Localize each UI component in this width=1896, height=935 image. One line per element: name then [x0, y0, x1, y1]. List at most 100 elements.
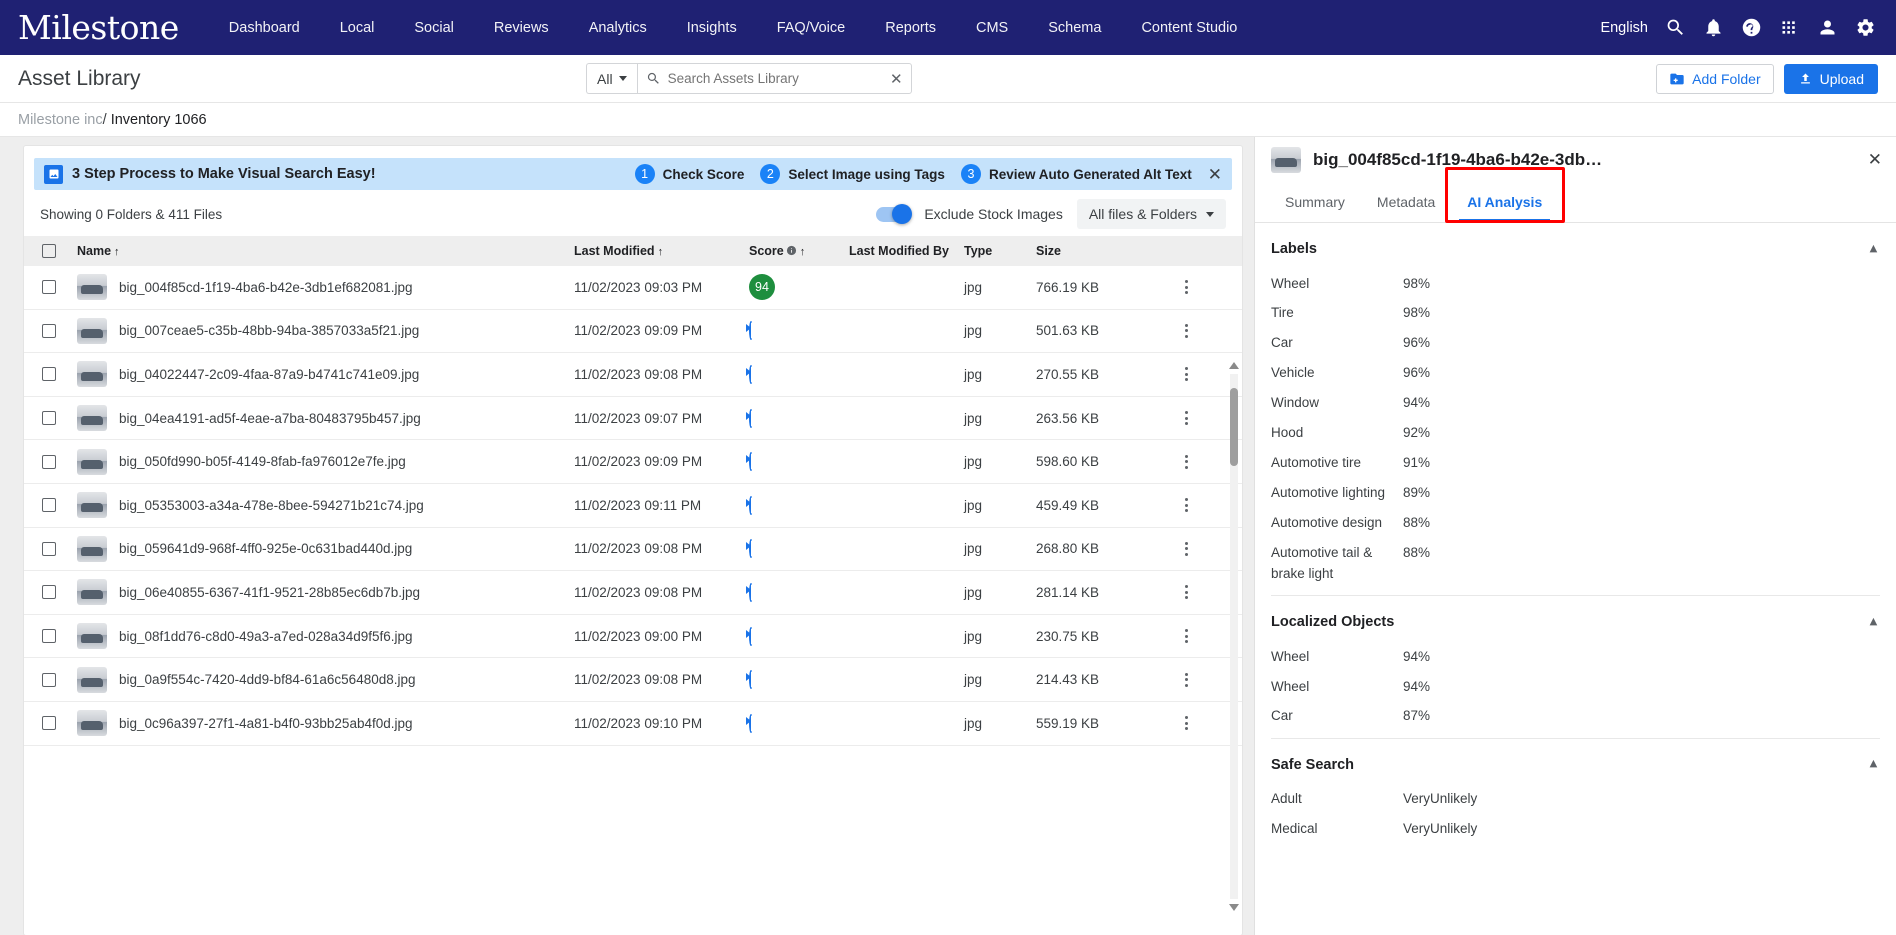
row-filename[interactable]: big_04ea4191-ad5f-4eae-a7ba-80483795b457…	[119, 411, 421, 426]
chevron-up-icon[interactable]: ▼	[1867, 242, 1880, 257]
table-row[interactable]: big_0a9f554c-7420-4dd9-bf84-61a6c56480d8…	[24, 658, 1242, 702]
column-header-name[interactable]: Name ↑	[56, 244, 574, 258]
search-icon[interactable]	[1664, 17, 1686, 39]
help-icon[interactable]	[1740, 17, 1762, 39]
table-row[interactable]: big_05353003-a34a-478e-8bee-594271b21c74…	[24, 484, 1242, 528]
row-actions-menu[interactable]	[1166, 627, 1206, 646]
table-row[interactable]: big_06e40855-6367-41f1-9521-28b85ec6db7b…	[24, 571, 1242, 615]
scroll-down-arrow-icon[interactable]	[1229, 904, 1239, 911]
kebab-menu-icon[interactable]	[1166, 716, 1206, 731]
search-input[interactable]	[667, 71, 883, 86]
kebab-menu-icon[interactable]	[1166, 585, 1206, 600]
row-actions-menu[interactable]	[1166, 714, 1206, 733]
clear-search-icon[interactable]: ✕	[890, 70, 903, 88]
row-filename[interactable]: big_06e40855-6367-41f1-9521-28b85ec6db7b…	[119, 585, 420, 600]
nav-link-cms[interactable]: CMS	[956, 20, 1028, 36]
upload-button[interactable]: Upload	[1783, 63, 1878, 94]
row-actions-menu[interactable]	[1166, 452, 1206, 471]
row-checkbox[interactable]	[42, 323, 56, 338]
row-thumbnail[interactable]	[77, 361, 107, 388]
table-row[interactable]: big_08f1dd76-c8d0-49a3-a7ed-028a34d9f5f6…	[24, 615, 1242, 659]
row-checkbox[interactable]	[42, 585, 56, 600]
tab-summary[interactable]: Summary	[1269, 194, 1361, 222]
row-thumbnail[interactable]	[77, 623, 107, 650]
section-header-localized-objects[interactable]: Localized Objects ▼	[1271, 602, 1880, 642]
kebab-menu-icon[interactable]	[1166, 411, 1206, 426]
row-checkbox[interactable]	[42, 541, 56, 556]
nav-link-social[interactable]: Social	[394, 20, 474, 36]
row-actions-menu[interactable]	[1166, 365, 1206, 384]
table-row[interactable]: big_04022447-2c09-4faa-87a9-b4741c741e09…	[24, 353, 1242, 397]
section-header-labels[interactable]: Labels ▼	[1271, 229, 1880, 269]
settings-gear-icon[interactable]	[1854, 17, 1876, 39]
row-filename[interactable]: big_004f85cd-1f19-4ba6-b42e-3db1ef682081…	[119, 280, 413, 295]
banner-step-3[interactable]: 3 Review Auto Generated Alt Text	[960, 164, 1192, 184]
search-scope-dropdown[interactable]: All	[586, 63, 637, 94]
banner-step-1[interactable]: 1 Check Score	[634, 164, 744, 184]
row-actions-menu[interactable]	[1166, 670, 1206, 689]
kebab-menu-icon[interactable]	[1166, 541, 1206, 556]
nav-link-reviews[interactable]: Reviews	[474, 20, 569, 36]
row-filename[interactable]: big_08f1dd76-c8d0-49a3-a7ed-028a34d9f5f6…	[119, 629, 413, 644]
info-icon[interactable]	[786, 245, 797, 256]
row-checkbox[interactable]	[42, 367, 56, 382]
row-actions-menu[interactable]	[1166, 496, 1206, 515]
row-checkbox[interactable]	[42, 498, 56, 513]
banner-close-icon[interactable]: ✕	[1208, 166, 1222, 183]
kebab-menu-icon[interactable]	[1166, 280, 1206, 295]
milestone-logo[interactable]: Milestone	[18, 11, 179, 44]
row-thumbnail[interactable]	[77, 535, 107, 562]
row-checkbox[interactable]	[42, 280, 56, 295]
table-row[interactable]: big_059641d9-968f-4ff0-925e-0c631bad440d…	[24, 528, 1242, 572]
kebab-menu-icon[interactable]	[1166, 498, 1206, 513]
file-type-filter-dropdown[interactable]: All files & Folders	[1076, 199, 1226, 229]
asset-list-scrollbar[interactable]	[1229, 362, 1239, 911]
row-filename[interactable]: big_05353003-a34a-478e-8bee-594271b21c74…	[119, 498, 424, 513]
nav-link-insights[interactable]: Insights	[667, 20, 757, 36]
close-panel-icon[interactable]: ✕	[1868, 150, 1882, 170]
scroll-up-arrow-icon[interactable]	[1229, 362, 1239, 369]
table-row[interactable]: big_007ceae5-c35b-48bb-94ba-3857033a5f21…	[24, 310, 1242, 354]
nav-link-schema[interactable]: Schema	[1028, 20, 1121, 36]
row-thumbnail[interactable]	[77, 492, 107, 519]
chevron-up-icon[interactable]: ▼	[1867, 757, 1880, 772]
row-thumbnail[interactable]	[77, 666, 107, 693]
row-filename[interactable]: big_050fd990-b05f-4149-8fab-fa976012e7fe…	[119, 454, 406, 469]
row-filename[interactable]: big_007ceae5-c35b-48bb-94ba-3857033a5f21…	[119, 323, 419, 338]
row-thumbnail[interactable]	[77, 317, 107, 344]
row-checkbox[interactable]	[42, 454, 56, 469]
row-filename[interactable]: big_0c96a397-27f1-4a81-b4f0-93bb25ab4f0d…	[119, 716, 413, 731]
row-thumbnail[interactable]	[77, 405, 107, 432]
account-icon[interactable]	[1816, 17, 1838, 39]
row-thumbnail[interactable]	[77, 710, 107, 737]
row-filename[interactable]: big_0a9f554c-7420-4dd9-bf84-61a6c56480d8…	[119, 672, 416, 687]
kebab-menu-icon[interactable]	[1166, 672, 1206, 687]
row-filename[interactable]: big_04022447-2c09-4faa-87a9-b4741c741e09…	[119, 367, 419, 382]
search-field-wrapper[interactable]: ✕	[636, 63, 912, 94]
row-actions-menu[interactable]	[1166, 321, 1206, 340]
apps-grid-icon[interactable]	[1778, 17, 1800, 39]
column-header-size[interactable]: Size	[1036, 244, 1166, 258]
column-header-type[interactable]: Type	[964, 244, 1036, 258]
column-header-last-modified-by[interactable]: Last Modified By	[849, 244, 964, 258]
nav-link-analytics[interactable]: Analytics	[569, 20, 667, 36]
select-all-checkbox[interactable]	[42, 244, 56, 258]
nav-link-faq-voice[interactable]: FAQ/Voice	[757, 20, 866, 36]
column-header-last-modified[interactable]: Last Modified ↑	[574, 244, 749, 258]
table-row[interactable]: big_004f85cd-1f19-4ba6-b42e-3db1ef682081…	[24, 266, 1242, 310]
language-selector[interactable]: English	[1600, 20, 1648, 36]
scrollbar-thumb[interactable]	[1230, 388, 1238, 466]
add-folder-button[interactable]: Add Folder	[1656, 63, 1774, 94]
table-row[interactable]: big_0c96a397-27f1-4a81-b4f0-93bb25ab4f0d…	[24, 702, 1242, 746]
row-checkbox[interactable]	[42, 716, 56, 731]
table-row[interactable]: big_050fd990-b05f-4149-8fab-fa976012e7fe…	[24, 440, 1242, 484]
row-filename[interactable]: big_059641d9-968f-4ff0-925e-0c631bad440d…	[119, 541, 412, 556]
exclude-stock-images-toggle[interactable]	[876, 203, 913, 224]
tab-ai-analysis[interactable]: AI Analysis	[1451, 194, 1558, 222]
nav-link-reports[interactable]: Reports	[865, 20, 956, 36]
kebab-menu-icon[interactable]	[1166, 454, 1206, 469]
row-actions-menu[interactable]	[1166, 278, 1206, 297]
row-thumbnail[interactable]	[77, 579, 107, 606]
row-actions-menu[interactable]	[1166, 539, 1206, 558]
kebab-menu-icon[interactable]	[1166, 629, 1206, 644]
